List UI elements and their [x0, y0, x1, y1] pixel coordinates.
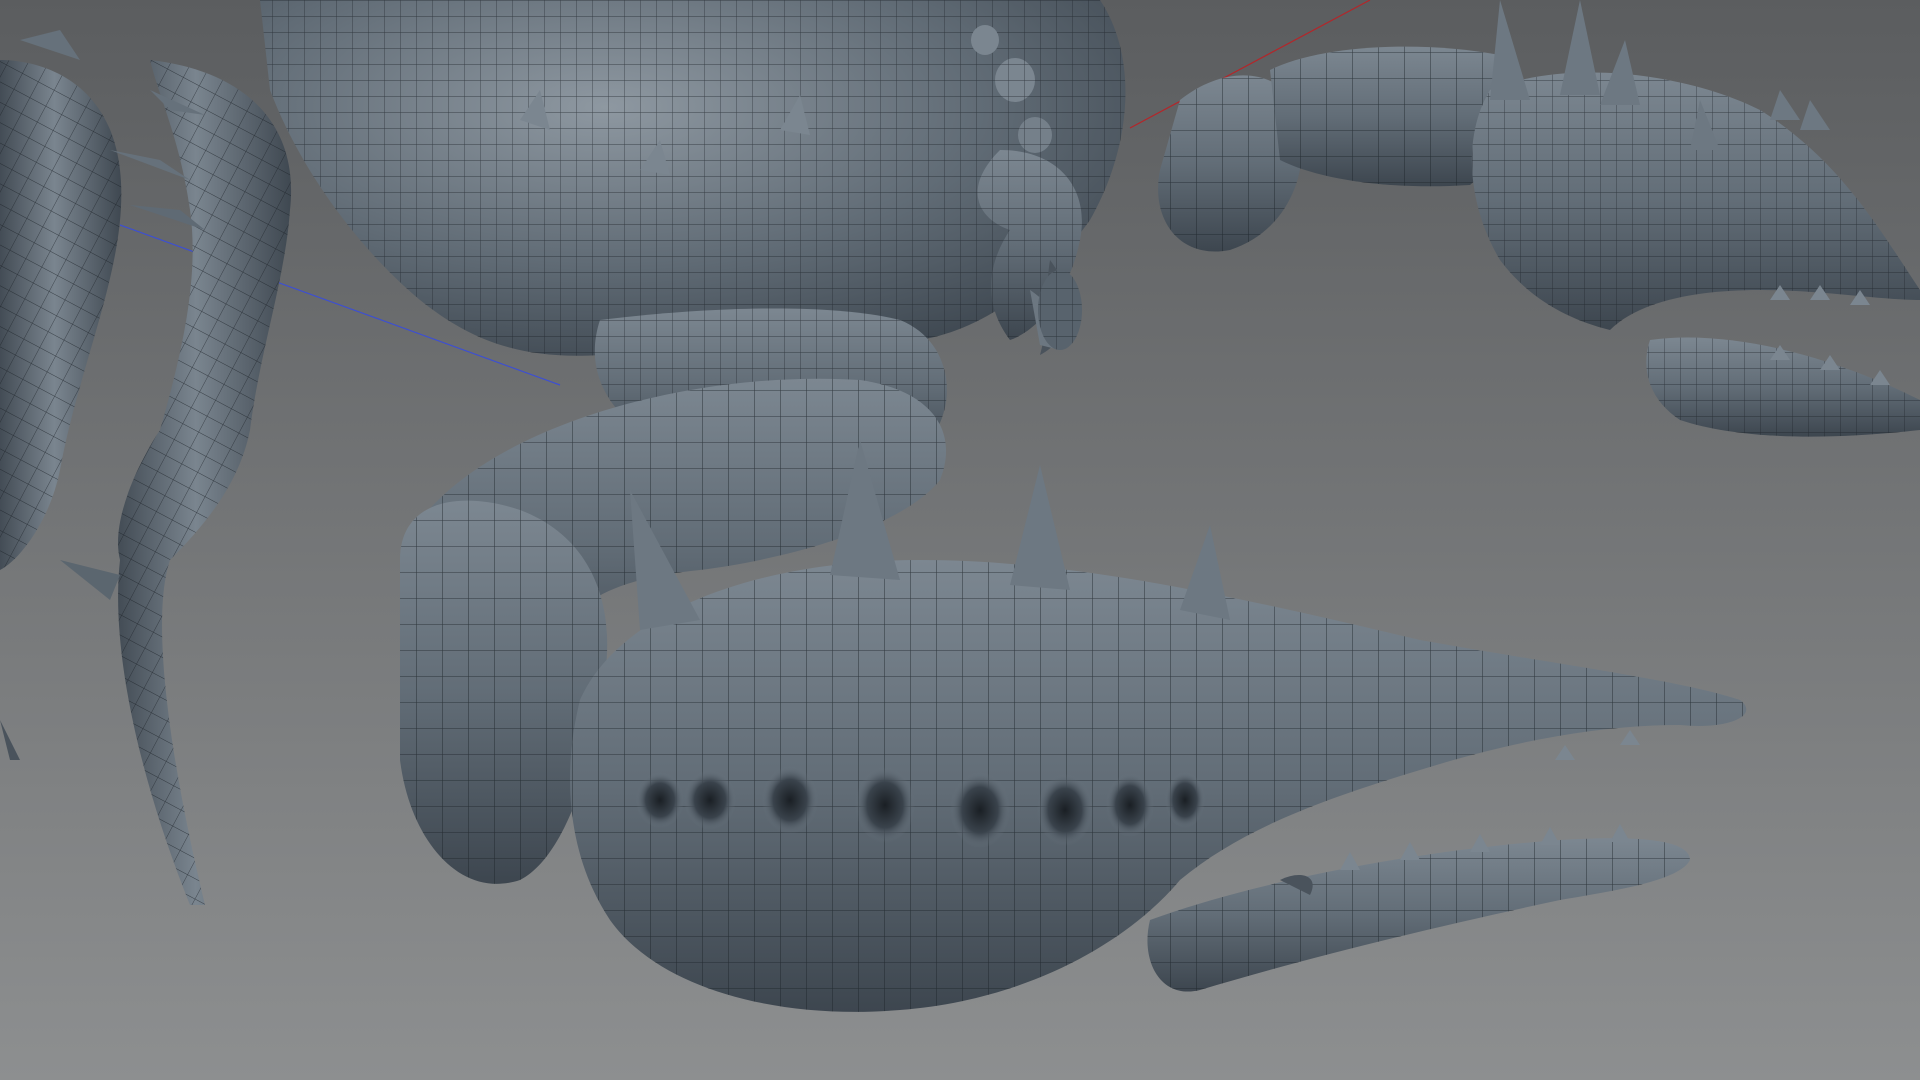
3d-viewport[interactable]	[0, 0, 1920, 1080]
crab-model-viewport-render[interactable]	[0, 0, 1920, 1080]
